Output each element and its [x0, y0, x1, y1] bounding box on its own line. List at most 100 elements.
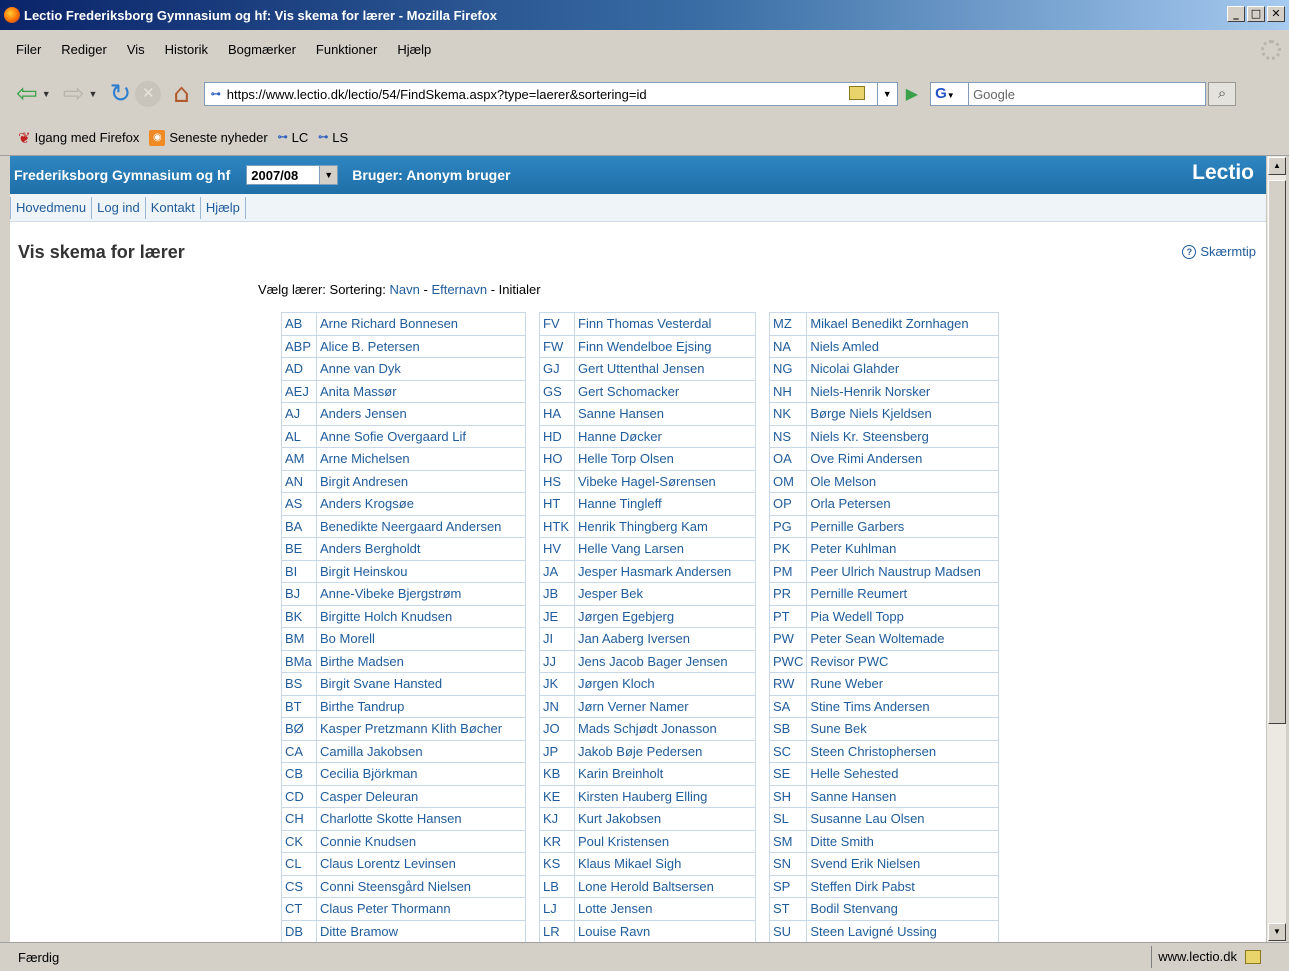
- teacher-name-link[interactable]: Birgit Andresen: [316, 469, 526, 493]
- teacher-name-link[interactable]: Conni Steensgård Nielsen: [316, 874, 526, 898]
- teacher-name-link[interactable]: Niels Amled: [806, 334, 1000, 358]
- teacher-name-link[interactable]: Poul Kristensen: [574, 829, 756, 853]
- menu-hjaelp[interactable]: Hjælp: [397, 42, 431, 57]
- teacher-initials-link[interactable]: ABP: [281, 334, 317, 358]
- teacher-initials-link[interactable]: CH: [281, 807, 317, 831]
- teacher-name-link[interactable]: Ditte Smith: [806, 829, 1000, 853]
- teacher-initials-link[interactable]: AL: [281, 424, 317, 448]
- teacher-name-link[interactable]: Birgitte Holch Knudsen: [316, 604, 526, 628]
- teacher-name-link[interactable]: Sanne Hansen: [574, 402, 756, 426]
- teacher-name-link[interactable]: Sune Bek: [806, 717, 1000, 741]
- teacher-initials-link[interactable]: BJ: [281, 582, 317, 606]
- teacher-initials-link[interactable]: KB: [539, 762, 575, 786]
- teacher-name-link[interactable]: Mikael Benedikt Zornhagen: [806, 312, 1000, 336]
- teacher-initials-link[interactable]: ST: [768, 897, 808, 921]
- teacher-initials-link[interactable]: CK: [281, 829, 317, 853]
- teacher-name-link[interactable]: Charlotte Skotte Hansen: [316, 807, 526, 831]
- search-engine-selector[interactable]: G▼: [931, 83, 970, 105]
- teacher-initials-link[interactable]: BI: [281, 559, 317, 583]
- teacher-name-link[interactable]: Arne Michelsen: [316, 447, 526, 471]
- teacher-name-link[interactable]: Jens Jacob Bager Jensen: [574, 649, 756, 673]
- teacher-initials-link[interactable]: AM: [281, 447, 317, 471]
- teacher-initials-link[interactable]: JE: [539, 604, 575, 628]
- teacher-name-link[interactable]: Lotte Jensen: [574, 897, 756, 921]
- teacher-initials-link[interactable]: CT: [281, 897, 317, 921]
- teacher-name-link[interactable]: Gert Schomacker: [574, 379, 756, 403]
- teacher-initials-link[interactable]: CL: [281, 852, 317, 876]
- teacher-initials-link[interactable]: KS: [539, 852, 575, 876]
- teacher-name-link[interactable]: Kirsten Hauberg Elling: [574, 784, 756, 808]
- close-button[interactable]: ✕: [1267, 6, 1285, 22]
- teacher-initials-link[interactable]: AN: [281, 469, 317, 493]
- teacher-initials-link[interactable]: OM: [768, 469, 808, 493]
- teacher-name-link[interactable]: Steffen Dirk Pabst: [806, 874, 1000, 898]
- teacher-name-link[interactable]: Birgit Heinskou: [316, 559, 526, 583]
- teacher-name-link[interactable]: Anne-Vibeke Bjergstrøm: [316, 582, 526, 606]
- url-text[interactable]: https://www.lectio.dk/lectio/54/FindSkem…: [227, 87, 647, 102]
- teacher-name-link[interactable]: Jørn Verner Namer: [574, 694, 756, 718]
- teacher-initials-link[interactable]: LJ: [539, 897, 575, 921]
- teacher-name-link[interactable]: Susanne Lau Olsen: [806, 807, 1000, 831]
- search-bar[interactable]: G▼ Google: [930, 82, 1207, 106]
- teacher-name-link[interactable]: Stine Tims Andersen: [806, 694, 1000, 718]
- menu-rediger[interactable]: Rediger: [61, 42, 107, 57]
- teacher-name-link[interactable]: Helle Vang Larsen: [574, 537, 756, 561]
- teacher-name-link[interactable]: Birthe Tandrup: [316, 694, 526, 718]
- teacher-name-link[interactable]: Arne Richard Bonnesen: [316, 312, 526, 336]
- url-bar[interactable]: ⊶ https://www.lectio.dk/lectio/54/FindSk…: [203, 82, 898, 106]
- teacher-name-link[interactable]: Jørgen Egebjerg: [574, 604, 756, 628]
- teacher-initials-link[interactable]: SB: [768, 717, 808, 741]
- teacher-name-link[interactable]: Revisor PWC: [806, 649, 1000, 673]
- teacher-name-link[interactable]: Finn Thomas Vesterdal: [574, 312, 756, 336]
- teacher-initials-link[interactable]: PT: [768, 604, 808, 628]
- teacher-name-link[interactable]: Helle Torp Olsen: [574, 447, 756, 471]
- teacher-name-link[interactable]: Casper Deleuran: [316, 784, 526, 808]
- vertical-scrollbar[interactable]: ▲ ▼: [1266, 156, 1286, 942]
- nav-kontakt[interactable]: Kontakt: [146, 196, 201, 219]
- teacher-initials-link[interactable]: JJ: [539, 649, 575, 673]
- teacher-name-link[interactable]: Orla Petersen: [806, 492, 1000, 516]
- teacher-name-link[interactable]: Peter Kuhlman: [806, 537, 1000, 561]
- teacher-initials-link[interactable]: DB: [281, 919, 317, 942]
- teacher-initials-link[interactable]: PG: [768, 514, 808, 538]
- bookmark-lc[interactable]: ⊶ LC: [278, 130, 309, 145]
- teacher-initials-link[interactable]: FW: [539, 334, 575, 358]
- teacher-name-link[interactable]: Anders Bergholdt: [316, 537, 526, 561]
- teacher-name-link[interactable]: Finn Wendelboe Ejsing: [574, 334, 756, 358]
- teacher-name-link[interactable]: Mads Schjødt Jonasson: [574, 717, 756, 741]
- teacher-initials-link[interactable]: BØ: [281, 717, 317, 741]
- teacher-name-link[interactable]: Kasper Pretzmann Klith Bøcher: [316, 717, 526, 741]
- menu-vis[interactable]: Vis: [127, 42, 145, 57]
- teacher-name-link[interactable]: Jesper Bek: [574, 582, 756, 606]
- teacher-initials-link[interactable]: AD: [281, 357, 317, 381]
- teacher-name-link[interactable]: Jesper Hasmark Andersen: [574, 559, 756, 583]
- menu-funktioner[interactable]: Funktioner: [316, 42, 377, 57]
- teacher-initials-link[interactable]: HV: [539, 537, 575, 561]
- teacher-initials-link[interactable]: HD: [539, 424, 575, 448]
- teacher-initials-link[interactable]: JB: [539, 582, 575, 606]
- teacher-initials-link[interactable]: HS: [539, 469, 575, 493]
- teacher-name-link[interactable]: Claus Lorentz Levinsen: [316, 852, 526, 876]
- teacher-name-link[interactable]: Gert Uttenthal Jensen: [574, 357, 756, 381]
- teacher-initials-link[interactable]: FV: [539, 312, 575, 336]
- teacher-initials-link[interactable]: BS: [281, 672, 317, 696]
- menu-filer[interactable]: Filer: [16, 42, 41, 57]
- teacher-initials-link[interactable]: SC: [768, 739, 808, 763]
- teacher-initials-link[interactable]: CD: [281, 784, 317, 808]
- teacher-name-link[interactable]: Pernille Garbers: [806, 514, 1000, 538]
- teacher-initials-link[interactable]: SL: [768, 807, 808, 831]
- padlock-icon[interactable]: [1245, 950, 1261, 964]
- teacher-name-link[interactable]: Karin Breinholt: [574, 762, 756, 786]
- teacher-initials-link[interactable]: KE: [539, 784, 575, 808]
- teacher-initials-link[interactable]: HTK: [539, 514, 575, 538]
- teacher-initials-link[interactable]: JN: [539, 694, 575, 718]
- nav-log-ind[interactable]: Log ind: [92, 196, 146, 219]
- teacher-initials-link[interactable]: KJ: [539, 807, 575, 831]
- teacher-initials-link[interactable]: JP: [539, 739, 575, 763]
- reload-icon[interactable]: ↻: [109, 81, 131, 107]
- teacher-initials-link[interactable]: LR: [539, 919, 575, 942]
- teacher-name-link[interactable]: Børge Niels Kjeldsen: [806, 402, 1000, 426]
- teacher-name-link[interactable]: Peter Sean Woltemade: [806, 627, 1000, 651]
- back-arrow-icon[interactable]: ⇦: [16, 81, 38, 107]
- teacher-name-link[interactable]: Jørgen Kloch: [574, 672, 756, 696]
